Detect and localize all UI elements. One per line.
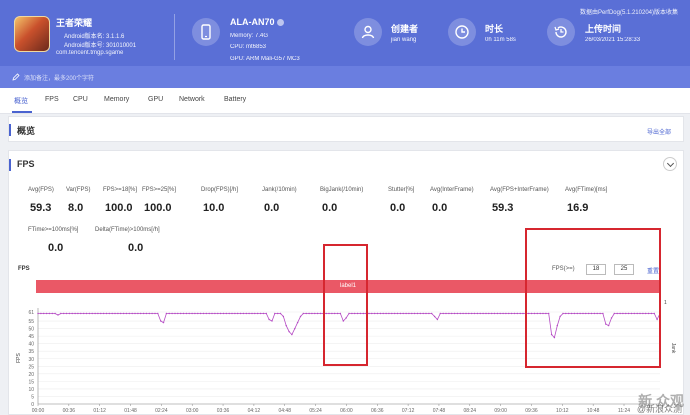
tab-cpu[interactable]: CPU — [73, 96, 88, 103]
creator-value: jian wang — [391, 37, 417, 43]
info-icon — [277, 19, 285, 27]
package-name: com.tencent.tmgp.sgame — [56, 50, 124, 56]
metric-label: BigJank(/10min) — [320, 187, 364, 193]
metric-label: Var(FPS) — [66, 187, 91, 193]
watermark-handle: @新浪众测 — [636, 404, 682, 414]
tab-memory[interactable]: Memory — [104, 96, 129, 103]
android-version-name: Android版本名: 3.1.1.6 — [64, 34, 125, 40]
metric-label: Delta(FTime)>100ms[/h] — [95, 227, 160, 233]
report-header: 王者荣耀 Android版本名: 3.1.1.6 Android版本号: 301… — [0, 0, 690, 88]
header-divider — [174, 14, 175, 60]
duration-label: 时长 — [485, 24, 504, 34]
metric-label: FPS>=18[%] — [103, 187, 138, 193]
metric-label: Avg(InterFrame) — [430, 187, 474, 193]
tab-overview[interactable]: 概览 — [14, 96, 28, 106]
perfdog-version: 数据由PerfDog(5.1.210204)版本收集 — [579, 10, 678, 16]
device-cpu: CPU: mt6853 — [230, 44, 267, 50]
panel-accent — [9, 159, 11, 171]
metric-value: 16.9 — [567, 202, 589, 214]
metric-label: Avg(FTime)[ms] — [565, 187, 608, 193]
tab-gpu[interactable]: GPU — [148, 96, 163, 103]
phone-icon — [192, 18, 220, 46]
highlight-box — [323, 244, 368, 366]
metric-value: 59.3 — [492, 202, 514, 214]
metric-label: Jank(/10min) — [262, 187, 297, 193]
app-icon — [14, 16, 50, 52]
tab-network[interactable]: Network — [179, 96, 205, 103]
metric-value: 59.3 — [30, 202, 52, 214]
panel-accent — [9, 124, 11, 136]
device-gpu: GPU: ARM Mali-G57 MC3 — [230, 56, 300, 62]
edit-icon[interactable] — [12, 73, 20, 81]
metric-label: Avg(FPS+InterFrame) — [490, 187, 549, 193]
upload-value: 26/03/2021 15:28:33 — [585, 37, 641, 43]
active-tab-indicator — [12, 111, 32, 113]
metric-value: 0.0 — [322, 202, 338, 214]
device-name: ALA-AN70 — [230, 17, 285, 27]
overview-panel: 概览 导出全部 — [8, 116, 684, 142]
metric-label: FTime>=100ms[%] — [28, 227, 79, 233]
note-bar[interactable] — [0, 66, 690, 88]
note-input[interactable]: 添加备注，最多200个字符 — [24, 73, 94, 82]
app-name: 王者荣耀 — [56, 18, 93, 28]
metric-value: 8.0 — [68, 202, 84, 214]
history-icon — [547, 18, 575, 46]
metric-label: FPS>=25[%] — [142, 187, 177, 193]
metric-value: 0.0 — [432, 202, 448, 214]
metric-label: Drop(FPS)[/h] — [201, 187, 239, 193]
metric-value: 10.0 — [203, 202, 225, 214]
android-version-code: Android版本号: 301010001 — [64, 43, 137, 49]
clock-icon — [448, 18, 476, 46]
metric-value: 100.0 — [105, 202, 133, 214]
overview-title: 概览 — [17, 126, 36, 136]
device-memory: Memory: 7.4G — [230, 33, 269, 39]
metric-value: 0.0 — [128, 242, 144, 254]
metric-value: 0.0 — [48, 242, 64, 254]
user-icon — [354, 18, 382, 46]
upload-label: 上传时间 — [585, 24, 622, 34]
tab-battery[interactable]: Battery — [224, 96, 246, 103]
collapse-button[interactable] — [663, 157, 677, 171]
creator-label: 创建者 — [391, 24, 419, 34]
highlight-box — [525, 228, 661, 368]
export-all-link[interactable]: 导出全部 — [647, 127, 671, 136]
metric-value: 0.0 — [390, 202, 406, 214]
tab-bar: 概览 FPS CPU Memory GPU Network Battery — [0, 88, 690, 114]
metric-value: 100.0 — [144, 202, 172, 214]
metric-value: 0.0 — [264, 202, 280, 214]
tab-fps[interactable]: FPS — [45, 96, 59, 103]
fps-title: FPS — [17, 159, 35, 169]
chart-y-title: FPS — [18, 266, 30, 272]
metric-label: Avg(FPS) — [28, 187, 54, 193]
metric-label: Stutter[%] — [388, 187, 415, 193]
duration-value: 0h 11m 58s — [485, 37, 516, 43]
